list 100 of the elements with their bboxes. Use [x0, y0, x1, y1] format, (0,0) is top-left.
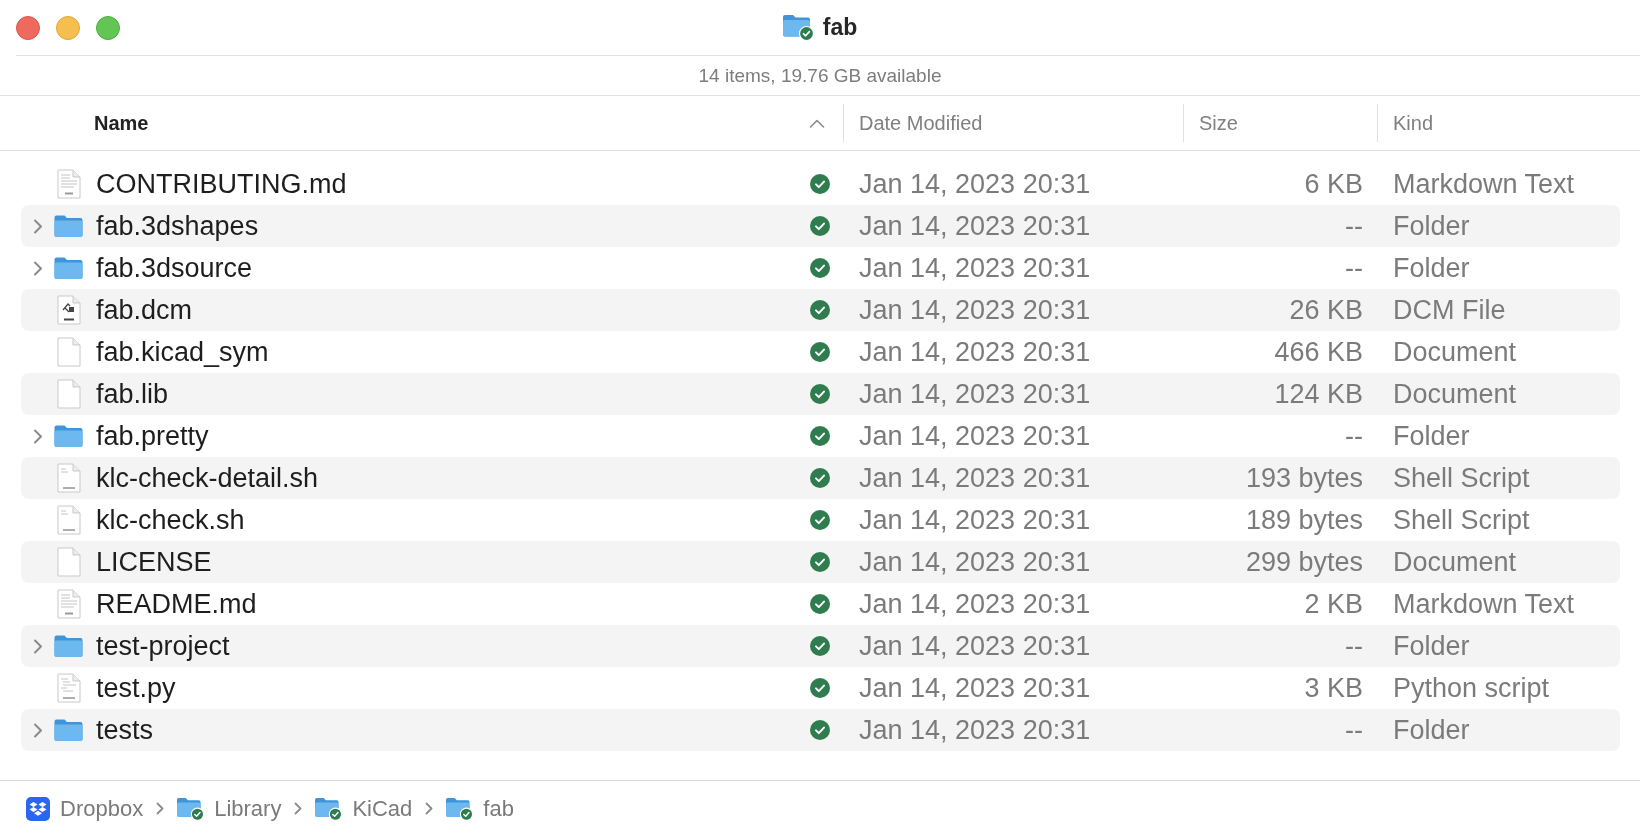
drawing-document-icon [56, 295, 81, 325]
size-cell-text: 26 KB [1289, 294, 1364, 326]
file-row[interactable]: LICENSE Jan 14, 2023 20:31 299 bytes Document [21, 541, 1620, 583]
kind-cell-text: Shell Script [1392, 462, 1531, 494]
folder-icon [54, 425, 83, 447]
kind-cell-text: Markdown Text [1392, 168, 1576, 200]
chevron-right-icon [425, 802, 434, 815]
disclosure-chevron-icon[interactable] [33, 722, 43, 738]
path-item[interactable]: KiCad [315, 795, 413, 822]
text-document-icon [56, 589, 81, 619]
file-name: test-project [96, 630, 231, 662]
file-row[interactable]: test.py Jan 14, 2023 20:31 3 KB Python script [21, 667, 1620, 709]
file-row[interactable]: fab.3dshapes Jan 14, 2023 20:31 -- Folder [21, 205, 1620, 247]
file-name: CONTRIBUTING.md [96, 168, 348, 200]
window-title: fab [822, 14, 858, 41]
size-cell-text: -- [1345, 210, 1364, 242]
file-name: fab.pretty [96, 420, 210, 452]
file-name: klc-check.sh [96, 504, 246, 536]
path-item[interactable]: Dropbox [26, 795, 144, 822]
file-row[interactable]: klc-check.sh Jan 14, 2023 20:31 189 bytes Shell Script [21, 499, 1620, 541]
size-cell-text: 299 bytes [1245, 546, 1364, 578]
size-cell-text: 124 KB [1274, 378, 1364, 410]
date-modified-cell-text: Jan 14, 2023 20:31 [858, 546, 1092, 578]
date-modified-cell-text: Jan 14, 2023 20:31 [858, 252, 1092, 284]
code-document-icon [56, 673, 81, 703]
kind-cell-text: Folder [1392, 630, 1471, 662]
disclosure-chevron-icon[interactable] [33, 428, 43, 444]
disclosure-chevron-icon[interactable] [33, 260, 43, 276]
blank-document-icon [56, 337, 81, 367]
kind-cell-text: Document [1392, 336, 1518, 368]
date-modified-cell-text: Jan 14, 2023 20:31 [858, 714, 1092, 746]
kind-cell-text: Folder [1392, 252, 1471, 284]
file-row[interactable]: fab.kicad_sym Jan 14, 2023 20:31 466 KB Document [21, 331, 1620, 373]
date-modified-cell-text: Jan 14, 2023 20:31 [858, 168, 1092, 200]
file-row[interactable]: CONTRIBUTING.md Jan 14, 2023 20:31 6 KB Markdown Text [21, 163, 1620, 205]
date-modified-cell-text: Jan 14, 2023 20:31 [858, 210, 1092, 242]
disclosure-chevron-icon[interactable] [33, 218, 43, 234]
file-name: fab.lib [96, 378, 170, 410]
file-row[interactable]: test-project Jan 14, 2023 20:31 -- Folder [21, 625, 1620, 667]
size-cell-text: -- [1345, 420, 1364, 452]
path-item[interactable]: fab [446, 795, 514, 822]
column-header[interactable]: Date Modified [843, 104, 1183, 142]
file-row[interactable]: README.md Jan 14, 2023 20:31 2 KB Markdown Text [21, 583, 1620, 625]
folder-icon [54, 257, 83, 279]
kind-cell-text: Folder [1392, 420, 1471, 452]
disclosure-chevron-icon[interactable] [33, 638, 43, 654]
script-document-icon [56, 463, 81, 493]
blank-document-icon [56, 379, 81, 409]
minimize-button[interactable] [56, 15, 80, 40]
file-name: fab.kicad_sym [96, 336, 270, 368]
file-row[interactable]: fab.pretty Jan 14, 2023 20:31 -- Folder [21, 415, 1620, 457]
column-header[interactable]: Kind [1377, 104, 1640, 142]
file-name: tests [96, 714, 155, 746]
file-name: LICENSE [96, 546, 213, 578]
size-cell-text: -- [1345, 714, 1364, 746]
zoom-button[interactable] [96, 15, 120, 40]
column-header[interactable]: Size [1183, 104, 1377, 142]
file-name: klc-check-detail.sh [96, 462, 320, 494]
size-cell-text: 3 KB [1304, 672, 1364, 704]
file-name: fab.dcm [96, 294, 194, 326]
kind-cell-text: Python script [1392, 672, 1551, 704]
file-name: fab.3dshapes [96, 210, 260, 242]
path-item[interactable]: Library [177, 795, 282, 822]
folder-icon [54, 719, 83, 741]
sort-caret-icon [809, 118, 825, 128]
kind-cell-text: Document [1392, 378, 1518, 410]
date-modified-cell-text: Jan 14, 2023 20:31 [858, 378, 1092, 410]
blank-document-icon [56, 547, 81, 577]
column-header[interactable]: Name [0, 104, 843, 142]
file-name: README.md [96, 588, 258, 620]
size-cell-text: 2 KB [1304, 588, 1364, 620]
file-row[interactable]: tests Jan 14, 2023 20:31 -- Folder [21, 709, 1620, 751]
file-row[interactable]: klc-check-detail.sh Jan 14, 2023 20:31 193 bytes Shell Script [21, 457, 1620, 499]
close-button[interactable] [16, 15, 40, 40]
file-row[interactable]: fab.lib Jan 14, 2023 20:31 124 KB Document [21, 373, 1620, 415]
file-name: fab.3dsource [96, 252, 254, 284]
kind-cell-text: DCM File [1392, 294, 1507, 326]
folder-icon [54, 635, 83, 657]
kind-cell-text: Markdown Text [1392, 588, 1576, 620]
kind-cell-text: Folder [1392, 210, 1471, 242]
file-row[interactable]: fab.3dsource Jan 14, 2023 20:31 -- Folder [21, 247, 1620, 289]
size-cell-text: -- [1345, 630, 1364, 662]
diamonds-tile-icon [26, 796, 50, 821]
items-available-status: 14 items, 19.76 GB available [698, 64, 942, 87]
kind-cell-text: Document [1392, 546, 1518, 578]
size-cell-text: -- [1345, 252, 1364, 284]
file-row[interactable]: fab.dcm Jan 14, 2023 20:31 26 KB DCM File [21, 289, 1620, 331]
chevron-right-icon [294, 802, 303, 815]
chevron-right-icon [156, 802, 165, 815]
size-cell-text: 193 bytes [1245, 462, 1364, 494]
date-modified-cell-text: Jan 14, 2023 20:31 [858, 336, 1092, 368]
script-document-icon [56, 505, 81, 535]
date-modified-cell-text: Jan 14, 2023 20:31 [858, 504, 1092, 536]
kind-cell-text: Folder [1392, 714, 1471, 746]
file-name: test.py [96, 672, 177, 704]
date-modified-cell-text: Jan 14, 2023 20:31 [858, 294, 1092, 326]
date-modified-cell-text: Jan 14, 2023 20:31 [858, 672, 1092, 704]
kind-cell-text: Shell Script [1392, 504, 1531, 536]
date-modified-cell-text: Jan 14, 2023 20:31 [858, 588, 1092, 620]
size-cell-text: 189 bytes [1245, 504, 1364, 536]
